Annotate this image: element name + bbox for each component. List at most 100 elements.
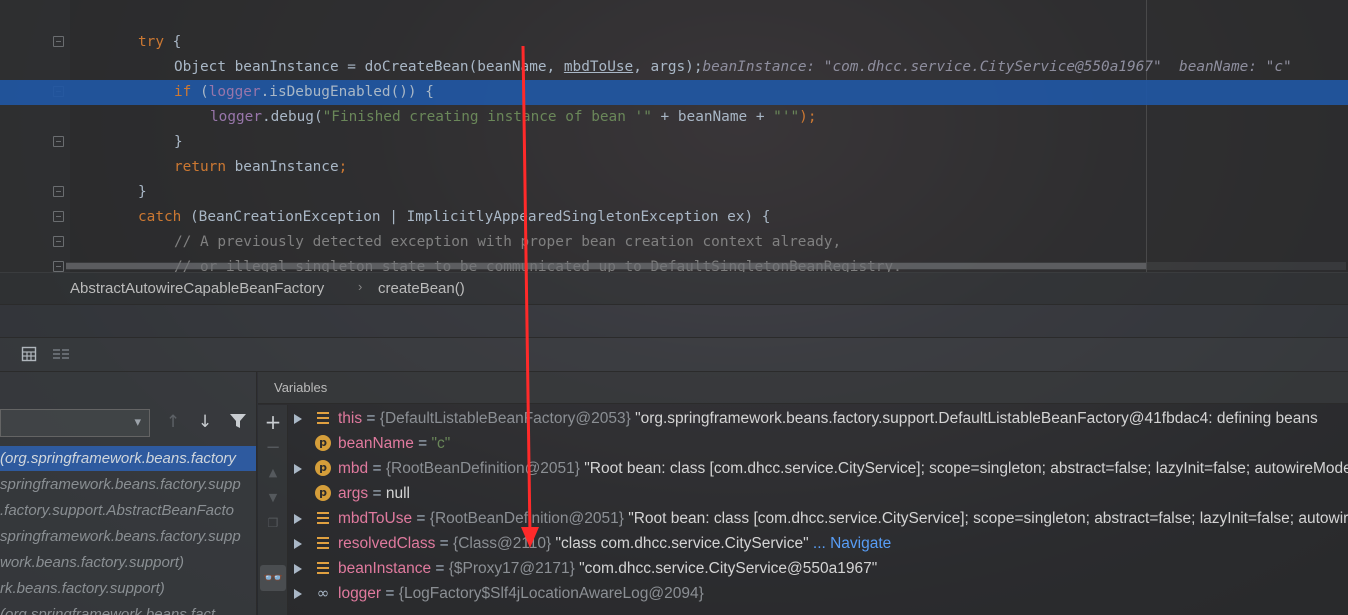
variable-name: args bbox=[338, 485, 369, 502]
arrow-down-icon[interactable]: ↓ bbox=[195, 412, 215, 432]
editor-scroll-thumb[interactable] bbox=[66, 263, 1146, 269]
restore-layout-icon[interactable] bbox=[52, 346, 70, 364]
variable-equals: = bbox=[431, 560, 449, 577]
code-token: "Finished creating instance of bean '" bbox=[322, 109, 652, 125]
code-token: .isDebugEnabled()) { bbox=[260, 84, 434, 100]
frame-item[interactable]: springframework.beans.factory.supp bbox=[0, 472, 256, 497]
breadcrumb-separator: › bbox=[358, 279, 363, 294]
code-line[interactable]: } bbox=[0, 130, 1348, 155]
variable-type: {RootBeanDefinition@2051} bbox=[429, 510, 624, 527]
variable-text: beanName = "c" bbox=[338, 431, 450, 456]
code-editor[interactable]: try { Object beanInstance = doCreateBean(… bbox=[0, 0, 1348, 272]
parameter-icon: p bbox=[315, 485, 331, 501]
inline-debug-value: beanInstance: "com.dhcc.service.CityServ… bbox=[702, 59, 1292, 75]
watch-glasses-icon: ∞ bbox=[316, 584, 330, 602]
code-line[interactable]: } bbox=[0, 180, 1348, 205]
frame-item[interactable]: springframework.beans.factory.supp bbox=[0, 524, 256, 549]
variable-name: logger bbox=[338, 585, 382, 602]
variable-row[interactable]: ∞ logger = {LogFactory$Slf4jLocationAware… bbox=[288, 581, 1348, 606]
variables-side-toolbar: + − ▲ ▼ ❐ 👓 bbox=[258, 405, 288, 615]
code-text: return beanInstance; bbox=[174, 155, 347, 180]
navigate-link[interactable]: ... Navigate bbox=[809, 535, 891, 552]
variable-type: {DefaultListableBeanFactory@2053} bbox=[379, 410, 631, 427]
filter-icon[interactable] bbox=[228, 412, 248, 432]
field-icon bbox=[315, 510, 331, 526]
code-text: } bbox=[174, 130, 183, 155]
variables-panel: Variables + − ▲ ▼ ❐ 👓 this = {DefaultLis… bbox=[258, 372, 1348, 615]
editor-horizontal-scrollbar[interactable] bbox=[66, 262, 1346, 270]
variable-type: {LogFactory$Slf4jLocationAwareLog@2094} bbox=[398, 585, 704, 602]
code-line[interactable]: // A previously detected exception with … bbox=[0, 230, 1348, 255]
variable-text: this = {DefaultListableBeanFactory@2053}… bbox=[338, 406, 1318, 431]
variable-equals: = bbox=[368, 485, 386, 502]
code-text: logger.debug("Finished creating instance… bbox=[210, 105, 817, 130]
code-token: // A previously detected exception with … bbox=[174, 234, 842, 250]
frame-item[interactable]: (org.springframework.beans.fact bbox=[0, 602, 256, 615]
code-text: catch (BeanCreationException | Implicitl… bbox=[138, 205, 770, 230]
code-text: Object beanInstance = doCreateBean(beanN… bbox=[174, 55, 1292, 80]
expand-triangle-icon[interactable] bbox=[294, 539, 302, 549]
variable-value: "Root bean: class [com.dhcc.service.City… bbox=[623, 510, 1348, 527]
code-token: , args); bbox=[633, 59, 703, 75]
code-text: if (logger.isDebugEnabled()) { bbox=[174, 80, 434, 105]
expand-triangle-icon[interactable] bbox=[294, 564, 302, 574]
frames-panel: ▾ ↑ ↓ (org.springframework.beans.factory… bbox=[0, 372, 257, 615]
variable-row[interactable]: resolvedClass = {Class@2110} "class com.… bbox=[288, 531, 1348, 556]
code-text: } bbox=[138, 180, 147, 205]
variable-value: "class com.dhcc.service.CityService" bbox=[551, 535, 809, 552]
code-line[interactable]: if (logger.isDebugEnabled()) { bbox=[0, 80, 1348, 105]
code-token: "'" bbox=[773, 109, 800, 125]
code-token: Object beanInstance = doCreateBean(beanN… bbox=[174, 59, 564, 75]
variable-equals: = bbox=[362, 410, 380, 427]
thread-selector[interactable]: ▾ bbox=[0, 409, 150, 437]
duplicate-icon[interactable]: ❐ bbox=[263, 513, 283, 533]
code-token: if bbox=[174, 84, 192, 100]
arrow-up-icon[interactable]: ↑ bbox=[163, 412, 183, 432]
add-watch-icon[interactable]: + bbox=[263, 412, 283, 432]
code-token: return bbox=[174, 159, 226, 175]
code-token: beanInstance bbox=[225, 159, 339, 175]
move-down-icon[interactable]: ▼ bbox=[263, 488, 283, 508]
variable-equals: = bbox=[368, 460, 386, 477]
variable-row[interactable]: beanInstance = {$Proxy17@2171} "com.dhcc… bbox=[288, 556, 1348, 581]
variable-type: {$Proxy17@2171} bbox=[448, 560, 575, 577]
glasses-icon[interactable]: 👓 bbox=[260, 565, 286, 591]
variable-type: {Class@2110} bbox=[453, 535, 552, 552]
expand-triangle-icon[interactable] bbox=[294, 464, 302, 474]
variables-header: Variables bbox=[258, 372, 1348, 404]
frame-item[interactable]: (org.springframework.beans.factory bbox=[0, 446, 256, 471]
frame-item[interactable]: .factory.support.AbstractBeanFacto bbox=[0, 498, 256, 523]
variable-value: "com.dhcc.service.CityService@550a1967" bbox=[574, 560, 878, 577]
breadcrumb-method[interactable]: createBean() bbox=[378, 280, 465, 297]
variable-name: resolvedClass bbox=[338, 535, 436, 552]
expand-triangle-icon[interactable] bbox=[294, 414, 302, 424]
move-up-icon[interactable]: ▲ bbox=[263, 463, 283, 483]
code-token: .debug( bbox=[261, 109, 323, 125]
variable-text: resolvedClass = {Class@2110} "class com.… bbox=[338, 531, 891, 556]
expand-triangle-icon[interactable] bbox=[294, 589, 302, 599]
code-line[interactable]: try { bbox=[0, 30, 1348, 55]
field-icon bbox=[315, 535, 331, 551]
variable-name: beanName bbox=[338, 435, 414, 452]
variable-row[interactable]: p mbd = {RootBeanDefinition@2051} "Root b… bbox=[288, 456, 1348, 481]
remove-watch-icon[interactable]: − bbox=[263, 438, 283, 458]
chevron-down-icon: ▾ bbox=[134, 415, 141, 430]
code-line[interactable]: logger.debug("Finished creating instance… bbox=[0, 105, 1348, 130]
variable-row[interactable]: p args = null bbox=[288, 481, 1348, 506]
code-token: catch bbox=[138, 209, 182, 225]
field-icon bbox=[315, 560, 331, 576]
code-token: mbdToUse bbox=[563, 59, 634, 75]
expand-triangle-icon[interactable] bbox=[294, 514, 302, 524]
table-icon[interactable] bbox=[20, 346, 38, 364]
variable-row[interactable]: p beanName = "c" bbox=[288, 431, 1348, 456]
breadcrumb-class[interactable]: AbstractAutowireCapableBeanFactory bbox=[70, 280, 324, 297]
code-line[interactable]: catch (BeanCreationException | Implicitl… bbox=[0, 205, 1348, 230]
code-line[interactable]: return beanInstance; bbox=[0, 155, 1348, 180]
variable-row[interactable]: mbdToUse = {RootBeanDefinition@2051} "Ro… bbox=[288, 506, 1348, 531]
frame-item[interactable]: work.beans.factory.support) bbox=[0, 550, 256, 575]
frame-item[interactable]: rk.beans.factory.support) bbox=[0, 576, 256, 601]
code-line[interactable]: Object beanInstance = doCreateBean(beanN… bbox=[0, 55, 1348, 80]
field-icon bbox=[315, 410, 331, 426]
variable-equals: = bbox=[381, 585, 399, 602]
variable-row[interactable]: this = {DefaultListableBeanFactory@2053}… bbox=[288, 406, 1348, 431]
